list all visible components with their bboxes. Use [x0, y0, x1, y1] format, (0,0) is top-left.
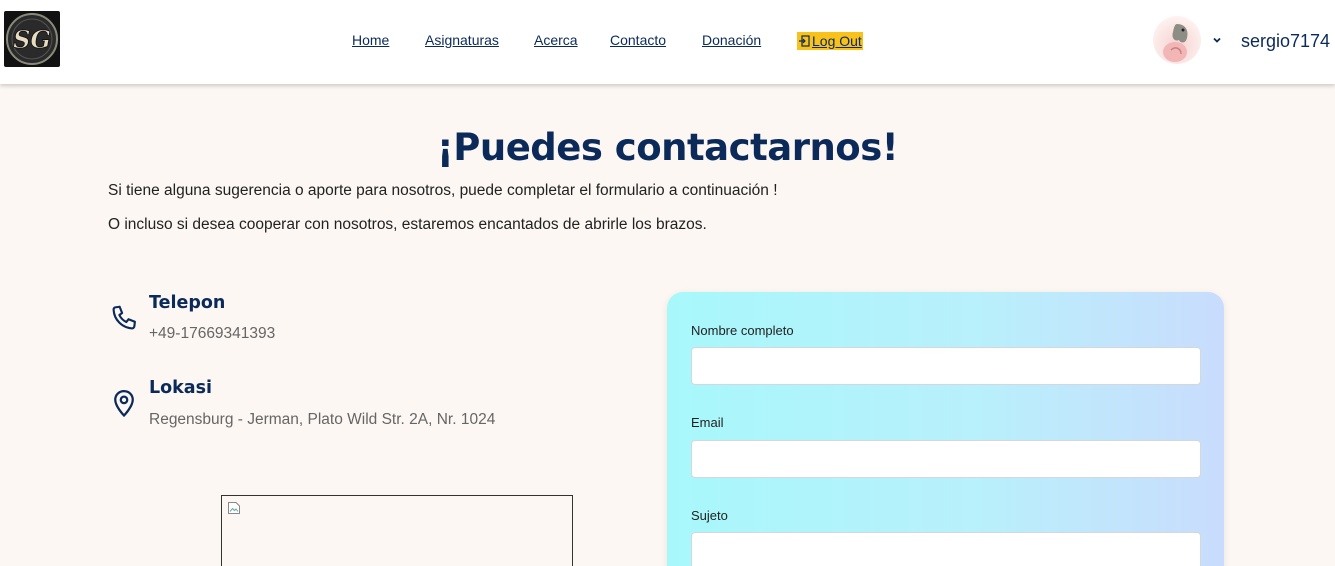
subject-input[interactable] [691, 532, 1201, 566]
avatar-icon [1163, 24, 1188, 62]
phone-icon [112, 305, 136, 330]
logout-icon [799, 35, 810, 47]
logout-label: Log Out [812, 33, 862, 49]
subject-label: Sujeto [691, 508, 728, 523]
location-value: Regensburg - Jerman, Plato Wild Str. 2A,… [149, 411, 496, 428]
map-embed[interactable] [221, 495, 573, 566]
navbar: SG Home Asignaturas Acerca Contacto Dona… [0, 0, 1335, 84]
intro-text-1: Si tiene alguna sugerencia o aporte para… [108, 182, 778, 199]
name-label: Nombre completo [691, 323, 794, 338]
email-input[interactable] [691, 440, 1201, 478]
nav-link-acerca[interactable]: Acerca [534, 32, 578, 48]
chevron-down-icon[interactable] [1211, 34, 1223, 46]
phone-value: +49-17669341393 [149, 325, 276, 342]
username[interactable]: sergio7174 [1241, 31, 1330, 52]
full-name-input[interactable] [691, 347, 1201, 385]
logout-button[interactable]: Log Out [797, 32, 863, 50]
intro-text-2: O incluso si desea cooperar con nosotros… [108, 216, 707, 233]
broken-image-icon [228, 502, 240, 514]
location-pin-icon [114, 389, 134, 418]
nav-link-donacion[interactable]: Donación [702, 32, 761, 48]
avatar[interactable] [1153, 16, 1201, 64]
page-title: ¡Puedes contactarnos! [436, 126, 899, 169]
contact-form: Nombre completo Email Sujeto [667, 292, 1224, 566]
nav-link-home[interactable]: Home [352, 32, 389, 48]
phone-title: Telepon [149, 293, 226, 313]
main-nav: Home Asignaturas Acerca Contacto Donació… [0, 32, 1335, 52]
email-label: Email [691, 415, 724, 430]
location-title: Lokasi [149, 378, 213, 398]
nav-link-asignaturas[interactable]: Asignaturas [425, 32, 499, 48]
nav-link-contacto[interactable]: Contacto [610, 32, 666, 48]
